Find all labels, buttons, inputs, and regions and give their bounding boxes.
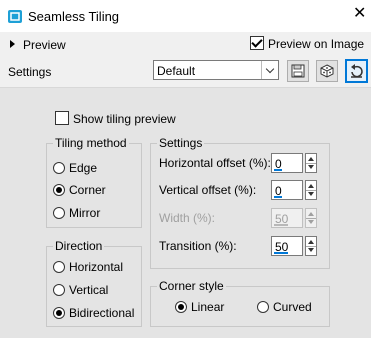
- radio-label: Corner: [69, 183, 106, 197]
- tiling-method-group: Tiling method Edge Corner Mirror: [46, 136, 142, 228]
- vertical-offset-input[interactable]: 0: [271, 180, 303, 200]
- radio-label: Mirror: [69, 206, 101, 220]
- horizontal-offset-label: Horizontal offset (%):: [159, 156, 271, 170]
- radio-circle[interactable]: [53, 307, 65, 319]
- width-spinner: 50: [271, 208, 319, 228]
- radio-label: Vertical: [69, 283, 109, 297]
- save-preset-button[interactable]: [287, 60, 309, 82]
- radio-circle[interactable]: [257, 301, 269, 313]
- width-input: 50: [271, 208, 303, 228]
- show-tiling-preview-checkbox[interactable]: Show tiling preview: [55, 111, 176, 126]
- radio-mirror[interactable]: Mirror: [53, 206, 100, 220]
- preview-on-image-checkbox[interactable]: Preview on Image: [250, 36, 364, 51]
- value-fill-bar: [274, 252, 288, 254]
- direction-group: Direction Horizontal Vertical Bidirectio…: [46, 239, 142, 327]
- width-label: Width (%):: [159, 211, 216, 225]
- preview-toggle[interactable]: Preview: [10, 38, 66, 52]
- seamless-tiling-app-icon: [8, 10, 22, 23]
- radio-edge[interactable]: Edge: [53, 161, 97, 175]
- radio-bidirectional[interactable]: Bidirectional: [53, 306, 134, 320]
- checkbox-box[interactable]: [250, 36, 264, 50]
- dice-icon: [320, 64, 334, 78]
- reset-arrow-icon: [351, 63, 363, 78]
- checkbox-box[interactable]: [55, 111, 69, 125]
- radio-curved[interactable]: Curved: [257, 300, 312, 314]
- stepper-arrows[interactable]: [305, 180, 317, 200]
- settings-group: Settings Horizontal offset (%): 0 Vertic…: [150, 136, 330, 269]
- radio-label: Edge: [69, 161, 98, 175]
- stepper-arrows[interactable]: [305, 153, 317, 173]
- chevron-down-icon[interactable]: [261, 61, 278, 79]
- stepper-arrows[interactable]: [305, 236, 317, 256]
- radio-label: Bidirectional: [69, 306, 135, 320]
- preset-value: Default: [157, 64, 196, 78]
- transition-input[interactable]: 50: [271, 236, 303, 256]
- stepper-arrows: [305, 208, 317, 228]
- tiling-method-title: Tiling method: [53, 136, 129, 150]
- radio-circle[interactable]: [53, 284, 65, 296]
- horizontal-offset-spinner[interactable]: 0: [271, 153, 319, 173]
- show-tiling-preview-label: Show tiling preview: [73, 112, 176, 126]
- radio-circle[interactable]: [53, 162, 65, 174]
- value-fill-bar: [274, 224, 288, 226]
- radio-label: Linear: [191, 300, 225, 314]
- preview-on-image-label: Preview on Image: [268, 37, 365, 51]
- radio-circle[interactable]: [175, 301, 187, 313]
- reset-button[interactable]: [345, 59, 368, 83]
- preset-select[interactable]: Default: [153, 60, 279, 80]
- settings-label: Settings: [8, 65, 52, 79]
- radio-label: Horizontal: [69, 260, 124, 274]
- settings-group-title: Settings: [157, 136, 205, 150]
- value-fill-bar: [274, 196, 282, 198]
- corner-style-title: Corner style: [157, 279, 226, 293]
- corner-style-group: Corner style Linear Curved: [150, 279, 330, 327]
- vertical-offset-label: Vertical offset (%):: [159, 183, 257, 197]
- radio-corner[interactable]: Corner: [53, 183, 106, 197]
- transition-spinner[interactable]: 50: [271, 236, 319, 256]
- radio-linear[interactable]: Linear: [175, 300, 224, 314]
- randomize-button[interactable]: [316, 60, 338, 82]
- transition-label: Transition (%):: [159, 239, 237, 253]
- vertical-offset-spinner[interactable]: 0: [271, 180, 319, 200]
- direction-title: Direction: [53, 239, 105, 253]
- radio-vertical[interactable]: Vertical: [53, 283, 108, 297]
- floppy-disk-icon: [291, 64, 305, 78]
- value-fill-bar: [274, 169, 282, 171]
- radio-horizontal[interactable]: Horizontal: [53, 260, 123, 274]
- horizontal-offset-input[interactable]: 0: [271, 153, 303, 173]
- radio-circle[interactable]: [53, 207, 65, 219]
- radio-label: Curved: [273, 300, 312, 314]
- radio-circle[interactable]: [53, 261, 65, 273]
- radio-circle[interactable]: [53, 184, 65, 196]
- window-title: Seamless Tiling: [28, 9, 120, 24]
- close-icon[interactable]: ✕: [353, 6, 366, 22]
- preview-label: Preview: [23, 38, 66, 52]
- expand-arrow-icon: [10, 40, 15, 48]
